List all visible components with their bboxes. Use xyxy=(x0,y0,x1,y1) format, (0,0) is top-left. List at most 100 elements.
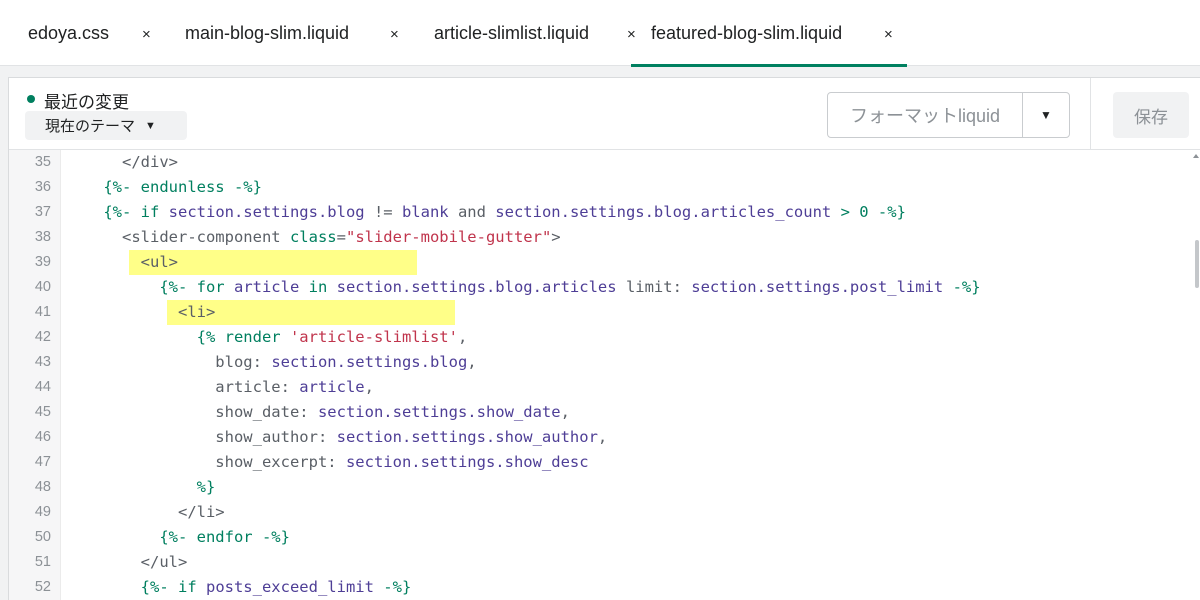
line-number: 50 xyxy=(34,529,51,545)
code-token: blog: xyxy=(66,353,272,371)
line-number: 38 xyxy=(34,229,51,245)
line-number: 47 xyxy=(34,454,51,470)
code-token: posts_exceed_limit xyxy=(205,578,374,596)
code-token: -%} xyxy=(373,578,412,596)
code-token: class xyxy=(289,228,337,246)
tab-label: article-slimlist.liquid xyxy=(434,22,590,43)
code-token: {%- endunless -%} xyxy=(66,178,262,196)
code-token: in xyxy=(299,278,337,296)
code-line: 35 </div> xyxy=(9,150,1200,175)
code-line: 42 {% render 'article-slimlist', xyxy=(9,325,1200,350)
code-token: show_date: xyxy=(66,403,318,421)
code-text: {%- if posts_exceed_limit -%} xyxy=(66,575,412,600)
code-line: 43 blog: section.settings.blog, xyxy=(9,350,1200,375)
caret-down-icon: ▼ xyxy=(1040,108,1052,122)
code-text: <ul> xyxy=(66,250,178,275)
code-token: section.settings.blog xyxy=(168,203,365,221)
code-token: {%- if xyxy=(66,203,169,221)
code-token: , xyxy=(364,378,374,396)
code-token: section.settings.blog xyxy=(271,353,468,371)
format-options-button[interactable]: ▼ xyxy=(1023,93,1069,137)
line-number: 48 xyxy=(34,479,51,495)
code-line: 50 {%- endfor -%} xyxy=(9,525,1200,550)
line-number: 45 xyxy=(34,404,51,420)
code-token: section.settings.post_limit xyxy=(691,278,944,296)
code-token: article xyxy=(233,278,300,296)
code-line: 47 show_excerpt: section.settings.show_d… xyxy=(9,450,1200,475)
code-text: show_date: section.settings.show_date, xyxy=(66,400,570,425)
code-text: <slider-component class="slider-mobile-g… xyxy=(66,225,561,250)
code-token: section.settings.show_date xyxy=(317,403,561,421)
code-token: = xyxy=(336,228,346,246)
line-number: 46 xyxy=(34,429,51,445)
line-number: 39 xyxy=(34,254,51,270)
line-number: 51 xyxy=(34,554,51,570)
tab-label: edoya.css xyxy=(28,22,110,43)
code-line: 46 show_author: section.settings.show_au… xyxy=(9,425,1200,450)
format-button-group: フォーマットliquid ▼ xyxy=(827,92,1070,138)
code-token: "slider-mobile-gutter" xyxy=(345,228,552,246)
line-number: 43 xyxy=(34,354,51,370)
code-token: article: xyxy=(66,378,300,396)
code-line: 48 %} xyxy=(9,475,1200,500)
active-tab-indicator xyxy=(631,64,907,67)
code-token: > xyxy=(551,228,561,246)
close-icon[interactable]: × xyxy=(884,0,893,66)
code-text: show_author: section.settings.show_autho… xyxy=(66,425,607,450)
tab-edoya-css[interactable]: edoya.css × xyxy=(28,0,151,66)
code-text: blog: section.settings.blog, xyxy=(66,350,477,375)
code-token: show_excerpt: xyxy=(66,453,346,471)
code-token: , xyxy=(467,353,477,371)
version-select[interactable]: 現在のテーマ ▼ xyxy=(25,111,187,140)
code-token: {%- for xyxy=(66,278,234,296)
code-token: %} xyxy=(66,478,216,496)
code-token: article xyxy=(299,378,365,396)
line-number: 37 xyxy=(34,204,51,220)
code-text: </li> xyxy=(66,500,225,525)
code-token: show_author: xyxy=(66,428,337,446)
close-icon[interactable]: × xyxy=(142,0,151,66)
editor-header: 最近の変更 現在のテーマ ▼ フォーマットliquid ▼ 保存 xyxy=(9,78,1200,150)
code-token: {% render xyxy=(66,328,290,346)
code-text: </ul> xyxy=(66,550,188,575)
format-liquid-button[interactable]: フォーマットliquid xyxy=(828,93,1023,137)
close-icon[interactable]: × xyxy=(390,0,399,66)
status-label: 最近の変更 xyxy=(44,93,129,112)
save-button[interactable]: 保存 xyxy=(1113,92,1189,138)
code-editor[interactable]: 35 </div> 36 {%- endunless -%} 37 {%- if s… xyxy=(9,150,1200,600)
code-token: section.settings.show_author xyxy=(336,428,598,446)
code-text: {%- if section.settings.blog != blank an… xyxy=(66,200,906,225)
code-token: <slider-component xyxy=(66,228,290,246)
tab-article-slimlist[interactable]: article-slimlist.liquid × xyxy=(434,0,636,66)
scrollbar-thumb[interactable] xyxy=(1195,240,1199,288)
code-line: 45 show_date: section.settings.show_date… xyxy=(9,400,1200,425)
code-token: 'article-slimlist' xyxy=(289,328,458,346)
code-token: > 0 -%} xyxy=(831,203,906,221)
code-text: %} xyxy=(66,475,216,500)
version-select-label: 現在のテーマ xyxy=(45,118,136,135)
code-text: {%- endunless -%} xyxy=(66,175,262,200)
line-number: 44 xyxy=(34,379,51,395)
code-text: {%- endfor -%} xyxy=(66,525,290,550)
vertical-scrollbar[interactable] xyxy=(1192,150,1200,600)
code-line: 38 <slider-component class="slider-mobil… xyxy=(9,225,1200,250)
tab-featured-blog-slim[interactable]: featured-blog-slim.liquid × xyxy=(631,0,907,67)
code-token: {%- endfor -%} xyxy=(66,528,290,546)
code-line: 37 {%- if section.settings.blog != blank… xyxy=(9,200,1200,225)
line-number: 40 xyxy=(34,279,51,295)
code-text: {% render 'article-slimlist', xyxy=(66,325,468,350)
caret-down-icon: ▼ xyxy=(145,119,156,132)
tab-main-blog-slim[interactable]: main-blog-slim.liquid × xyxy=(185,0,399,66)
code-token: section.settings.blog.articles_count xyxy=(495,203,832,221)
line-number: 49 xyxy=(34,504,51,520)
tab-label: main-blog-slim.liquid xyxy=(185,22,350,43)
code-text: <li> xyxy=(66,300,215,325)
code-line: 49 </li> xyxy=(9,500,1200,525)
editor-panel: 最近の変更 現在のテーマ ▼ フォーマットliquid ▼ 保存 35 </di… xyxy=(8,77,1200,600)
scroll-up-arrow-icon[interactable] xyxy=(1193,154,1199,158)
line-number: 41 xyxy=(34,304,51,320)
code-token: <ul> xyxy=(66,253,178,271)
header-divider xyxy=(1090,78,1091,150)
tab-label: featured-blog-slim.liquid xyxy=(651,22,843,43)
code-line: 36 {%- endunless -%} xyxy=(9,175,1200,200)
